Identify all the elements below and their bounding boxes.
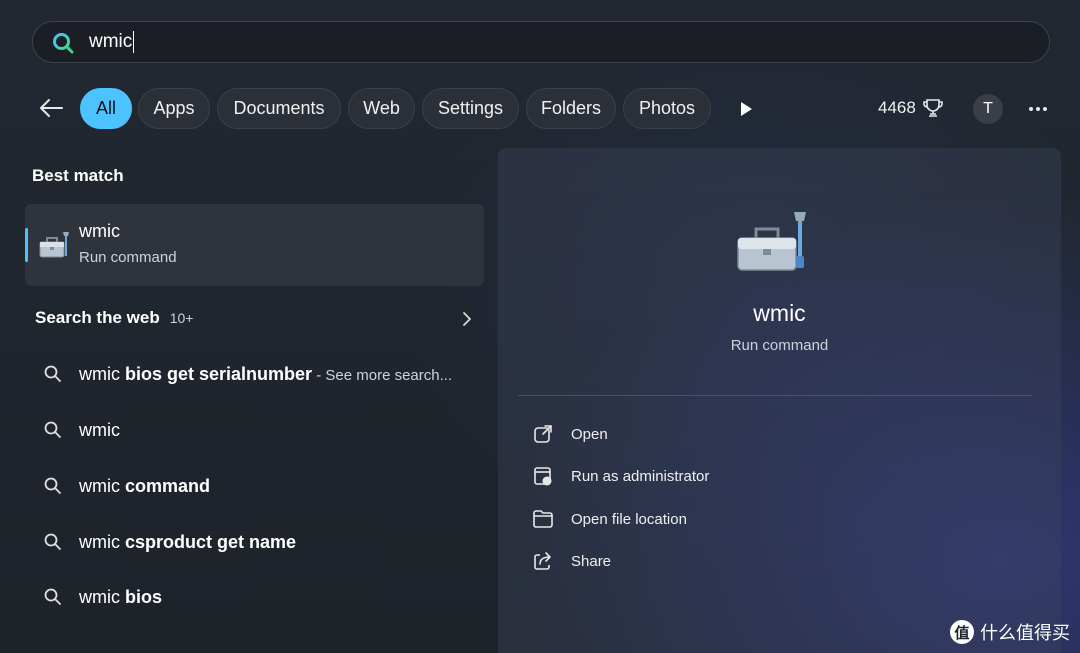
details-title: wmic — [753, 300, 806, 326]
search-query: wmic — [89, 31, 133, 52]
suggestion-text: wmic command — [79, 476, 210, 497]
back-button[interactable] — [36, 93, 66, 123]
watermark: 值 什么值得买 — [950, 619, 1070, 645]
watermark-text: 什么值得买 — [980, 623, 1070, 643]
arrow-left-icon — [40, 99, 63, 117]
action-open-file-location[interactable]: Open file location — [532, 505, 687, 533]
action-label: Open file location — [571, 510, 687, 528]
chip-label: Web — [363, 98, 400, 118]
chip-folders[interactable]: Folders — [526, 88, 616, 129]
search-icon — [44, 588, 61, 605]
suggestion-prefix: wmic — [79, 475, 120, 496]
avatar[interactable]: T — [973, 94, 1003, 124]
chip-label: All — [95, 98, 116, 118]
chip-label: Documents — [233, 98, 325, 118]
action-label: Open — [571, 425, 608, 443]
suggestion-bold: bios get serialnumber — [120, 363, 313, 384]
web-suggestion[interactable]: wmic command — [43, 471, 473, 501]
search-icon — [44, 365, 61, 382]
suggestion-text: wmic csproduct get name — [79, 532, 296, 553]
best-match-heading: Best match — [32, 166, 124, 185]
suggestion-bold: bios — [120, 586, 163, 607]
result-type: Run command — [79, 249, 177, 266]
chip-settings[interactable]: Settings — [422, 88, 519, 129]
search-icon — [44, 477, 61, 494]
suggestion-prefix: wmic — [79, 363, 120, 384]
chip-all[interactable]: All — [80, 88, 132, 129]
search-bar[interactable]: wmic — [32, 21, 1050, 63]
suggestion-bold: command — [120, 475, 211, 496]
result-name: wmic — [79, 221, 120, 241]
divider — [518, 395, 1032, 396]
selection-indicator — [25, 228, 28, 262]
chip-documents[interactable]: Documents — [217, 88, 341, 129]
suggestion-text: wmic — [79, 420, 120, 441]
web-suggestion[interactable]: wmic csproduct get name — [43, 527, 473, 557]
chip-web[interactable]: Web — [348, 88, 415, 129]
chip-label: Photos — [638, 98, 696, 118]
trophy-icon — [923, 99, 943, 117]
web-suggestion[interactable]: wmic bios get serialnumber - See more se… — [43, 359, 473, 389]
avatar-initial: T — [983, 100, 993, 117]
web-suggestion[interactable]: wmic bios — [43, 582, 473, 612]
action-open[interactable]: Open — [532, 420, 608, 448]
chip-apps[interactable]: Apps — [138, 88, 210, 129]
action-label: Run as administrator — [571, 467, 710, 485]
action-label: Share — [571, 552, 612, 570]
web-suggestion[interactable]: wmic — [43, 415, 473, 445]
suggestion-prefix: wmic — [79, 419, 120, 440]
rewards-points[interactable]: 4468 — [878, 97, 944, 119]
shield-admin-icon — [534, 467, 552, 486]
toolbox-icon — [734, 208, 812, 278]
search-icon — [44, 421, 61, 438]
search-web-header[interactable]: Search the web 10+ — [35, 308, 193, 328]
text-caret — [133, 31, 135, 53]
suggestion-text: wmic bios get serialnumber - See more se… — [79, 364, 452, 385]
watermark-logo: 值 — [950, 620, 974, 644]
chip-label: Settings — [437, 98, 504, 118]
details-panel: wmic Run command Open Run as administrat… — [498, 148, 1061, 653]
suggestion-more: - See more search... — [312, 366, 453, 384]
action-share[interactable]: Share — [532, 547, 611, 575]
suggestion-prefix: wmic — [79, 586, 120, 607]
toolbox-icon — [37, 228, 71, 262]
search-icon — [51, 31, 75, 55]
search-web-count: 10+ — [169, 310, 194, 326]
open-external-icon — [534, 425, 552, 443]
suggestion-bold: csproduct get name — [120, 531, 297, 552]
points-value: 4468 — [878, 98, 916, 117]
suggestion-prefix: wmic — [79, 531, 120, 552]
search-web-heading: Search the web — [35, 308, 160, 327]
chip-photos[interactable]: Photos — [623, 88, 711, 129]
chip-label: Folders — [540, 98, 602, 118]
more-options-button[interactable] — [1022, 94, 1054, 124]
suggestion-text: wmic bios — [79, 587, 162, 608]
share-icon — [534, 552, 551, 570]
play-icon — [741, 102, 752, 116]
chevron-right-icon[interactable] — [458, 310, 476, 328]
ellipsis-icon — [1029, 107, 1047, 111]
search-input[interactable]: wmic — [89, 31, 135, 53]
chip-label: Apps — [153, 98, 195, 118]
details-subtitle: Run command — [730, 337, 829, 354]
folder-icon — [533, 510, 553, 528]
more-filters-button[interactable] — [733, 96, 759, 122]
best-match-result[interactable]: wmic Run command — [25, 204, 484, 286]
search-icon — [44, 533, 61, 550]
action-run-as-admin[interactable]: Run as administrator — [532, 462, 709, 490]
